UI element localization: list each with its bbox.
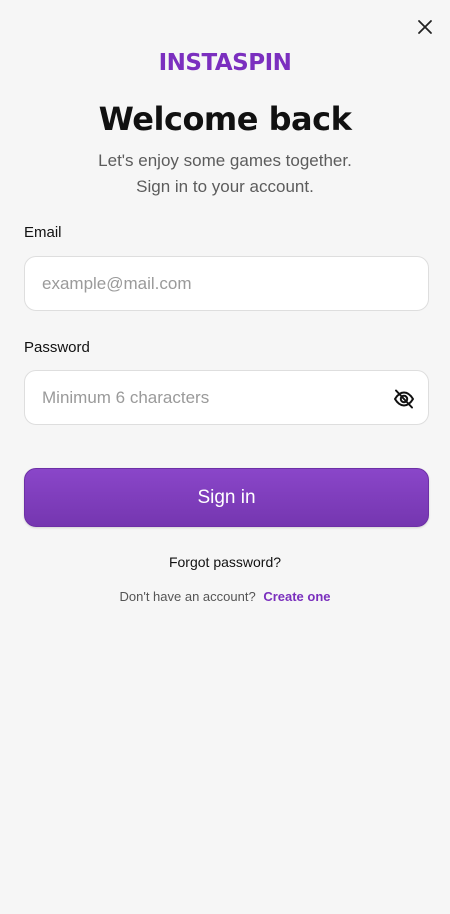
close-icon	[418, 20, 432, 34]
password-field-wrapper	[24, 370, 429, 425]
forgot-password-link[interactable]: Forgot password?	[0, 554, 450, 570]
eye-off-icon	[394, 389, 414, 409]
instaspin-logo: INSTASPIN	[158, 50, 292, 76]
subtitle-line-2: Sign in to your account.	[136, 177, 314, 196]
sign-in-button[interactable]: Sign in	[24, 468, 429, 527]
create-account-link[interactable]: Create one	[263, 589, 330, 604]
no-account-text: Don't have an account?	[119, 589, 256, 604]
password-label: Password	[24, 339, 90, 356]
email-field-wrapper	[24, 256, 429, 311]
subtitle-line-1: Let's enjoy some games together.	[98, 151, 352, 170]
subtitle: Let's enjoy some games together. Sign in…	[0, 148, 450, 200]
password-input[interactable]	[25, 371, 428, 424]
email-label: Email	[24, 224, 62, 241]
page-title: Welcome back	[98, 100, 352, 138]
password-visibility-toggle[interactable]	[392, 387, 416, 411]
email-input[interactable]	[25, 257, 428, 310]
signup-row: Don't have an account? Create one	[0, 589, 450, 604]
close-button[interactable]	[414, 16, 436, 38]
